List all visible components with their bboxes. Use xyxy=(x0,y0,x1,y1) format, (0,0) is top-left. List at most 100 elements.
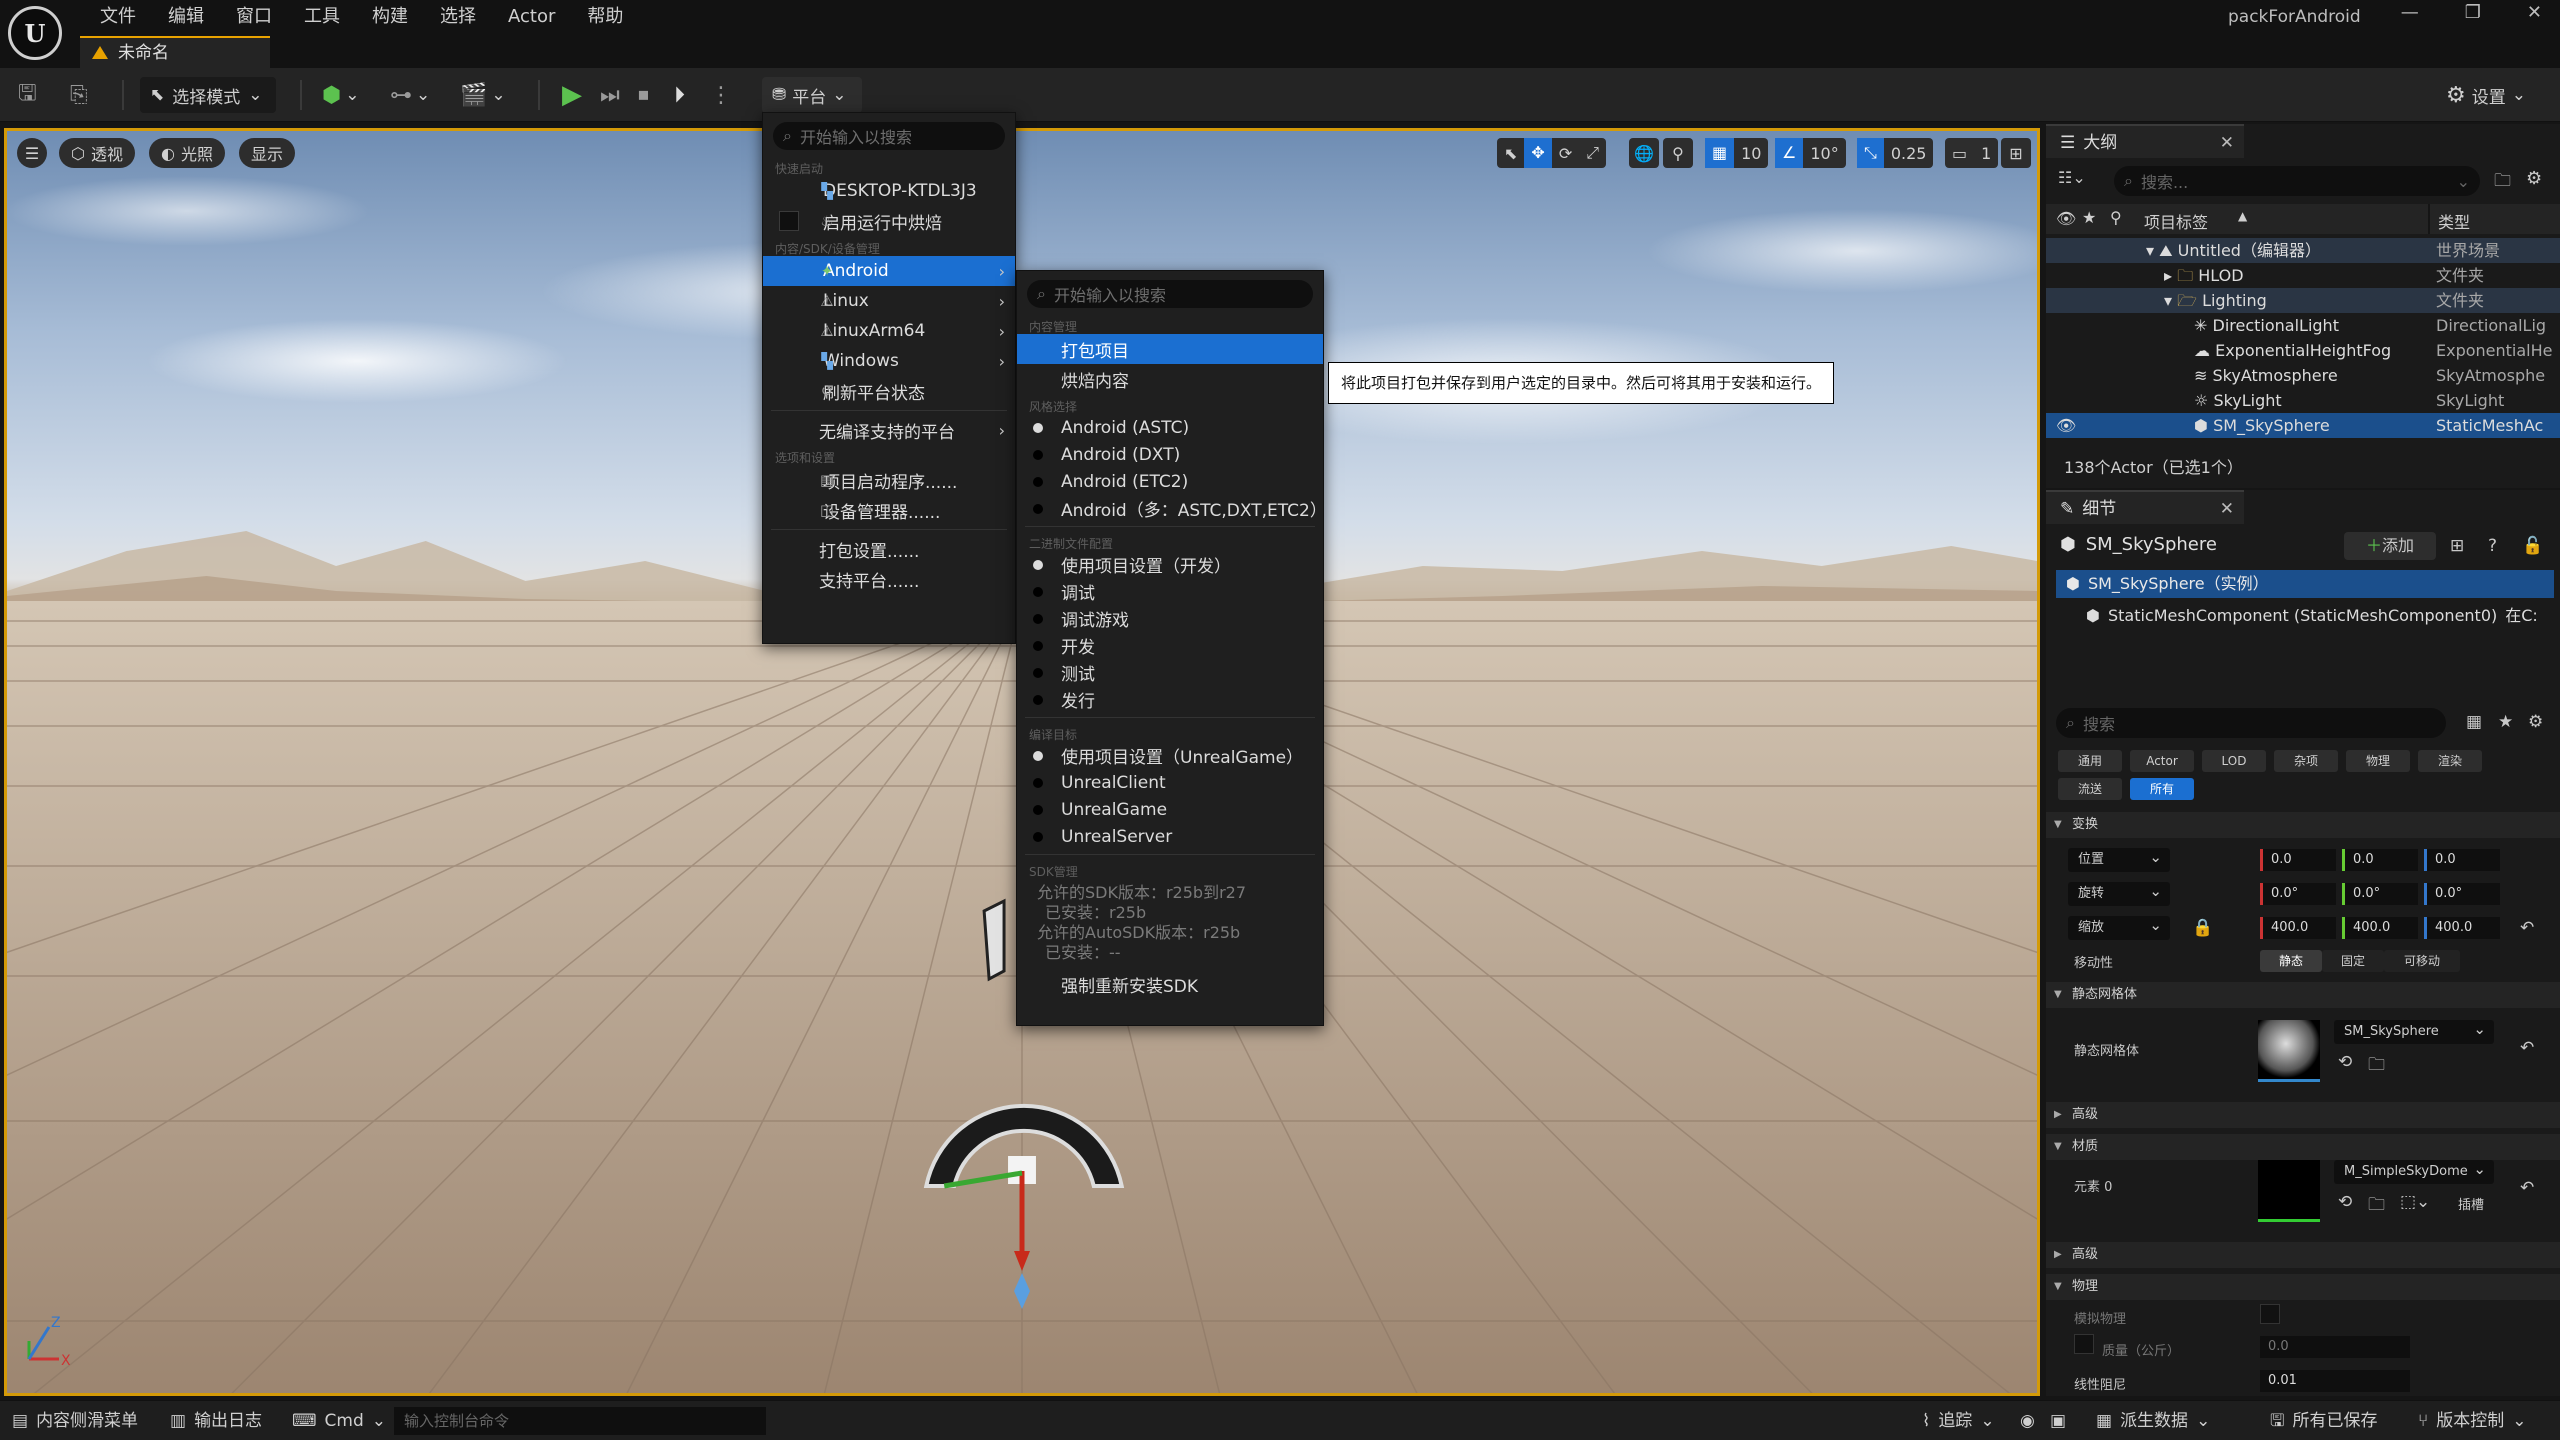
add-component-button[interactable]: ＋添加 xyxy=(2344,532,2436,560)
rotation-snap[interactable]: ∠ 10° xyxy=(1775,138,1846,168)
outliner-row-skysphere[interactable]: 👁 ⬢ SM_SkySphere StaticMeshAc xyxy=(2046,413,2560,438)
config-debug[interactable]: 调试 xyxy=(1017,578,1323,605)
filter-all[interactable]: 所有 xyxy=(2130,778,2194,800)
filter-misc[interactable]: 杂项 xyxy=(2274,750,2338,772)
platform-android[interactable]: ✦ Android › xyxy=(763,256,1015,286)
filter-actor[interactable]: Actor xyxy=(2130,750,2194,772)
flavor-etc2[interactable]: Android (ETC2) xyxy=(1017,468,1323,495)
outliner-row-lighting[interactable]: ▾ 🗁 Lighting 文件夹 xyxy=(2046,288,2560,313)
android-search-input[interactable]: ⌕ 开始输入以搜索 xyxy=(1027,280,1313,308)
section-transform[interactable]: 变换 xyxy=(2046,812,2560,838)
filter-streaming[interactable]: 流送 xyxy=(2058,778,2122,800)
config-development[interactable]: 开发 xyxy=(1017,632,1323,659)
scale-tool-icon[interactable]: ⤢ xyxy=(1579,143,1606,163)
column-type[interactable]: 类型 xyxy=(2438,209,2470,233)
settings-button[interactable]: ⚙ 设置 ⌄ xyxy=(2446,77,2526,113)
menu-window[interactable]: 窗口 xyxy=(220,3,288,31)
component-instance-row[interactable]: ⬢ SM_SkySphere（实例） xyxy=(2056,570,2554,598)
blueprint-button[interactable]: ⊶ ⌄ xyxy=(390,77,430,113)
visibility-icon[interactable]: 👁 xyxy=(2056,413,2076,438)
target-project-settings[interactable]: 使用项目设置（UnrealGame） xyxy=(1017,742,1323,769)
project-launcher[interactable]: ▤ 项目启动程序...... xyxy=(763,465,1015,495)
static-mesh-picker[interactable]: SM_SkySphere xyxy=(2334,1017,2494,1044)
section-static-mesh[interactable]: 静态网格体 xyxy=(2046,982,2560,1008)
source-control-button[interactable]: ⑂ 版本控制 ⌄ xyxy=(2418,1401,2526,1440)
maximize-viewport-icon[interactable]: ⊞ xyxy=(2001,138,2031,168)
outliner-row-hlod[interactable]: ▸ 🗀 HLOD 文件夹 xyxy=(2046,263,2560,288)
config-shipping[interactable]: 发行 xyxy=(1017,686,1323,713)
outliner-row-skylight[interactable]: ☼ SkyLight SkyLight xyxy=(2046,388,2560,413)
rotate-tool-icon[interactable]: ⟳ xyxy=(1552,144,1579,163)
save-icon[interactable]: 🖫 xyxy=(18,77,37,113)
texture-icon[interactable]: ⬚⌄ xyxy=(2400,1192,2430,1212)
menu-edit[interactable]: 编辑 xyxy=(152,3,220,31)
reset-icon[interactable]: ↶ xyxy=(2520,1178,2534,1198)
flavor-multi[interactable]: Android（多：ASTC,DXT,ETC2） xyxy=(1017,495,1327,522)
force-reinstall-sdk[interactable]: 强制重新安装SDK xyxy=(1017,969,1323,999)
mobility-static[interactable]: 静态 xyxy=(2260,950,2322,972)
stop-icon[interactable]: ⏹ xyxy=(638,77,649,113)
add-folder-icon[interactable]: 🗀 xyxy=(2494,168,2511,197)
select-tool-icon[interactable]: ⬉ xyxy=(1497,144,1524,163)
perspective-button[interactable]: ⬡ 透视 xyxy=(59,138,135,168)
mode-select-button[interactable]: ⬉ 选择模式 ⌄ xyxy=(140,77,276,113)
outliner-row-directionallight[interactable]: ✳ DirectionalLight DirectionalLig xyxy=(2046,313,2560,338)
filter-physics[interactable]: 物理 xyxy=(2346,750,2410,772)
column-label[interactable]: 项目标签 xyxy=(2144,209,2208,233)
close-icon[interactable]: ✕ xyxy=(2220,126,2234,160)
show-button[interactable]: 显示 xyxy=(239,138,296,168)
filter-lod[interactable]: LOD xyxy=(2202,750,2266,772)
lock-icon[interactable]: 🔒 xyxy=(2192,918,2213,938)
screenshot-icon[interactable]: ▣ xyxy=(2050,1401,2066,1440)
open-asset-icon[interactable]: 🗀 xyxy=(2368,1052,2385,1081)
mesh-thumbnail[interactable] xyxy=(2258,1020,2320,1082)
level-tab[interactable]: 未命名 xyxy=(80,36,270,68)
filter-icon[interactable]: ☷⌄ xyxy=(2058,168,2086,187)
component-row[interactable]: ⬢ StaticMeshComponent (StaticMeshComponen… xyxy=(2086,602,2560,626)
open-asset-icon[interactable]: 🗀 xyxy=(2368,1192,2385,1221)
mobility-movable[interactable]: 可移动 xyxy=(2384,950,2460,972)
play-icon[interactable]: ▶ xyxy=(562,77,582,113)
cook-on-the-fly-toggle[interactable]: ♨ 启用运行中烘焙 xyxy=(763,206,1015,236)
cmd-selector[interactable]: ⌨ Cmd ⌄ xyxy=(292,1401,386,1440)
flavor-dxt[interactable]: Android (DXT) xyxy=(1017,441,1323,468)
checkbox[interactable] xyxy=(779,211,799,231)
packaging-settings[interactable]: 打包设置...... xyxy=(763,534,1015,564)
platform-linux[interactable]: ⚠ Linux › xyxy=(763,286,1015,316)
world-local-icon[interactable]: 🌐 xyxy=(1629,138,1659,168)
browse-icon[interactable]: ⎘ xyxy=(70,77,88,113)
platform-windows[interactable]: ▚ Windows › xyxy=(763,346,1015,376)
minimize-icon[interactable]: — xyxy=(2401,2,2419,23)
derived-data-button[interactable]: ▦ 派生数据 ⌄ xyxy=(2096,1401,2210,1440)
visibility-icon[interactable]: 👁 xyxy=(2056,209,2076,228)
target-unrealclient[interactable]: UnrealClient xyxy=(1017,769,1323,796)
mass-override-checkbox[interactable] xyxy=(2074,1334,2094,1354)
material-picker[interactable]: M_SimpleSkyDome xyxy=(2334,1157,2494,1184)
quick-launch-device[interactable]: ▚ DESKTOP-KTDL3J3 xyxy=(763,176,1015,206)
scale-y[interactable]: 400.0 xyxy=(2342,917,2418,939)
menu-select[interactable]: 选择 xyxy=(424,3,492,31)
rotation-x[interactable]: 0.0° xyxy=(2260,883,2336,905)
supported-platforms[interactable]: 支持平台...... xyxy=(763,564,1015,594)
rotation-y[interactable]: 0.0° xyxy=(2342,883,2418,905)
config-test[interactable]: 测试 xyxy=(1017,659,1323,686)
location-y[interactable]: 0.0 xyxy=(2342,849,2418,871)
filter-rendering[interactable]: 渲染 xyxy=(2418,750,2482,772)
step-icon[interactable]: ⏭ xyxy=(600,77,620,113)
rotation-z[interactable]: 0.0° xyxy=(2424,883,2500,905)
package-project[interactable]: 打包项目 xyxy=(1017,334,1323,364)
section-advanced[interactable]: 高级 xyxy=(2046,1102,2560,1128)
cook-content[interactable]: 烘焙内容 xyxy=(1017,364,1323,394)
rotation-combo[interactable]: 旋转 xyxy=(2068,879,2170,906)
browse-asset-icon[interactable]: ⟲ xyxy=(2338,1192,2352,1212)
viewport-menu-button[interactable]: ☰ xyxy=(17,138,47,168)
target-unrealgame[interactable]: UnrealGame xyxy=(1017,796,1323,823)
scale-z[interactable]: 400.0 xyxy=(2424,917,2500,939)
pin-icon[interactable]: ⚲ xyxy=(2110,208,2122,227)
section-physics[interactable]: 物理 xyxy=(2046,1274,2560,1300)
location-x[interactable]: 0.0 xyxy=(2260,849,2336,871)
outliner-row-fog[interactable]: ☁ ExponentialHeightFog ExponentialHe xyxy=(2046,338,2560,363)
outliner-row-world[interactable]: ▾ ⛰ Untitled（编辑器） 世界场景 xyxy=(2046,238,2560,263)
config-project-settings[interactable]: 使用项目设置（开发） xyxy=(1017,551,1323,578)
outliner-search-input[interactable]: ⌕ 搜索... ⌄ xyxy=(2114,166,2480,196)
